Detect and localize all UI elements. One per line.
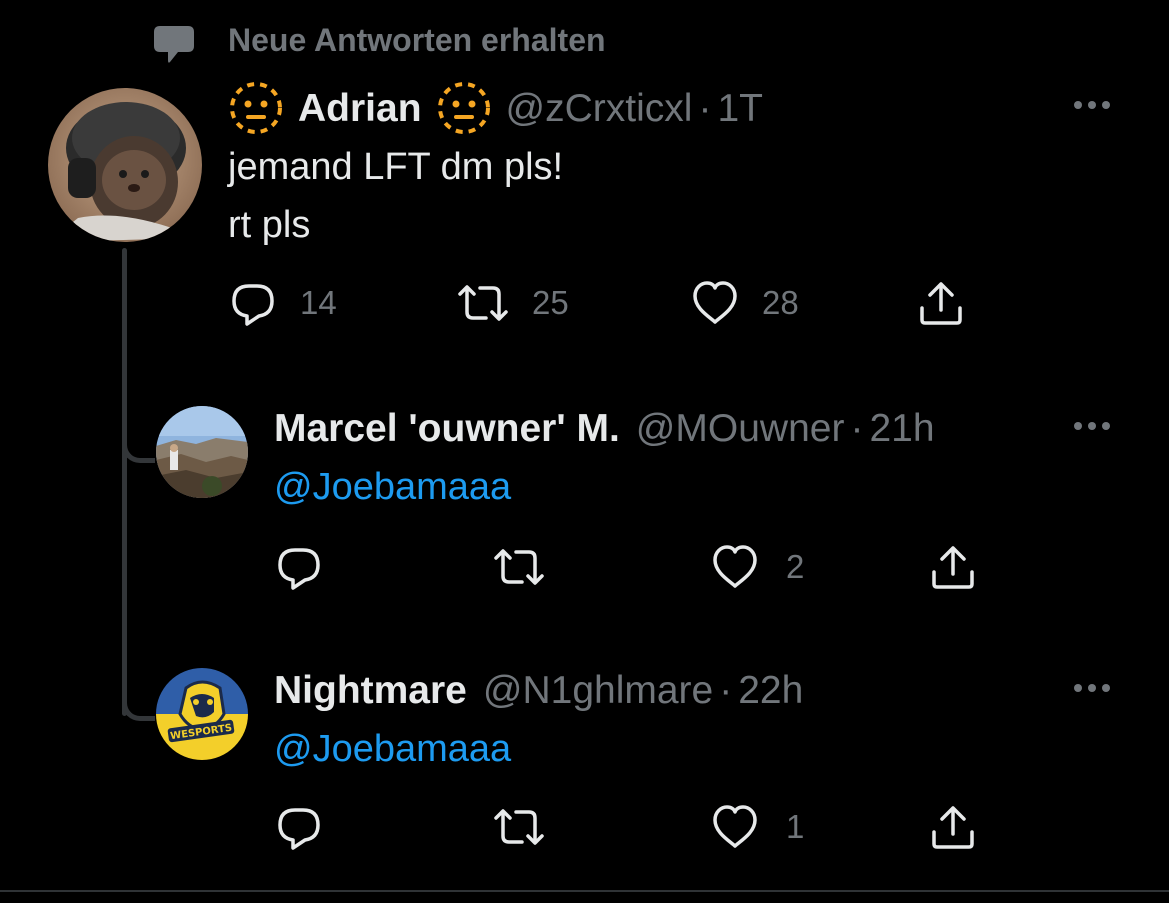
mention-link[interactable]: @Joebamaaa (274, 728, 511, 771)
heart-icon (713, 805, 757, 848)
dotted-line-face-icon (228, 80, 284, 136)
notice-text: Neue Antworten erhalten (228, 22, 606, 58)
handle[interactable]: @N1ghlmare (483, 671, 713, 710)
retweet-button[interactable]: 25 (456, 278, 569, 328)
more-options-icon[interactable] (1074, 422, 1110, 430)
retweet-icon (494, 809, 544, 845)
reply-button[interactable]: 14 (228, 278, 337, 328)
display-name[interactable]: Marcel 'ouwner' M. (274, 409, 620, 448)
tweet-text: jemand LFT dm pls! rt pls (228, 138, 563, 254)
reply-icon (278, 548, 320, 590)
timestamp[interactable]: 22h (738, 671, 803, 710)
more-options-icon[interactable] (1074, 684, 1110, 692)
retweet-button[interactable] (492, 542, 546, 592)
timestamp[interactable]: 1T (717, 89, 763, 128)
speech-bubble-icon (150, 22, 198, 66)
thread-line (122, 248, 127, 716)
dotted-line-face-icon (436, 80, 492, 136)
reply-icon (232, 284, 274, 326)
thread-branch (122, 690, 155, 721)
retweet-button[interactable] (492, 802, 546, 852)
display-name[interactable]: Adrian (298, 89, 422, 128)
tweet-header: Marcel 'ouwner' M. @MOuwner · 21h (274, 406, 935, 450)
avatar[interactable]: WESPORTS (156, 668, 248, 760)
tweet-text-line: jemand LFT dm pls! (228, 146, 564, 188)
tweet-text-line: rt pls (228, 204, 311, 246)
avatar[interactable] (156, 406, 248, 498)
heart-icon (713, 545, 757, 588)
reply-button[interactable] (274, 542, 324, 592)
mention-link[interactable]: @Joebamaaa (274, 466, 511, 509)
share-icon (920, 282, 962, 325)
retweet-count: 25 (532, 284, 569, 321)
like-button[interactable]: 2 (710, 542, 804, 592)
display-name[interactable]: Nightmare (274, 671, 467, 710)
tweet-header: Adrian @zCrxticxl · 1T (228, 80, 763, 136)
share-button[interactable] (916, 278, 966, 328)
heart-icon (693, 281, 737, 324)
like-count: 1 (786, 808, 805, 845)
reply-icon (278, 808, 320, 850)
handle[interactable]: @zCrxticxl (506, 89, 693, 128)
tweet-header: Nightmare @N1ghlmare · 22h (274, 668, 803, 712)
like-button[interactable]: 28 (690, 278, 799, 328)
avatar[interactable] (48, 88, 202, 242)
reply-count: 14 (300, 284, 337, 321)
retweet-icon (458, 285, 508, 321)
share-button[interactable] (928, 542, 978, 592)
reply-button[interactable] (274, 802, 324, 852)
separator: · (850, 406, 864, 450)
like-count: 2 (786, 548, 805, 585)
separator: · (719, 668, 733, 712)
separator: · (698, 86, 712, 130)
timestamp[interactable]: 21h (869, 409, 934, 448)
divider (0, 890, 1169, 892)
like-button[interactable]: 1 (710, 802, 804, 852)
share-button[interactable] (928, 802, 978, 852)
retweet-icon (494, 549, 544, 585)
share-icon (932, 806, 974, 849)
share-icon (932, 546, 974, 589)
handle[interactable]: @MOuwner (636, 409, 845, 448)
like-count: 28 (762, 284, 799, 321)
thread-branch (122, 432, 155, 463)
more-options-icon[interactable] (1074, 101, 1110, 109)
